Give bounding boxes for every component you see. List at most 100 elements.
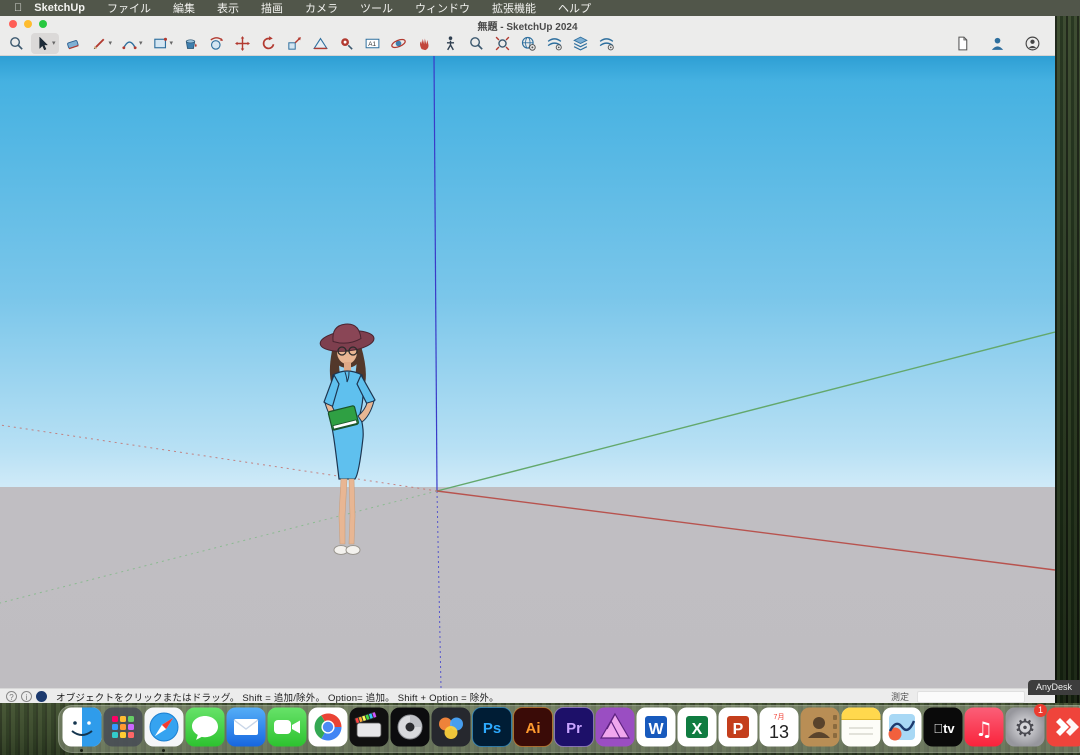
svg-text:Ps: Ps	[483, 720, 501, 737]
tool-sandbox-flip-b-button[interactable]	[595, 33, 618, 54]
chevron-down-icon[interactable]: ▾	[109, 39, 113, 47]
search-icon	[8, 35, 25, 52]
dock-freeform-icon[interactable]	[882, 707, 922, 747]
info-icon[interactable]: i	[21, 691, 32, 702]
chevron-down-icon[interactable]: ▾	[170, 39, 174, 47]
menu-bar:  SketchUp ファイル 編集 表示 描画 カメラ ツール ウィンドウ 拡…	[0, 0, 1080, 16]
dock-safari-icon[interactable]	[144, 707, 184, 747]
menu-tools[interactable]: ツール	[349, 0, 404, 16]
tool-extension-warehouse-button[interactable]	[517, 33, 540, 54]
dock-music-icon[interactable]: ♫	[964, 707, 1004, 747]
running-indicator	[80, 749, 83, 752]
tool-line-button[interactable]: ▾	[88, 33, 116, 54]
svg-text:13: 13	[769, 722, 789, 742]
tool-search-button[interactable]	[5, 33, 28, 54]
rotate-icon	[260, 35, 277, 52]
position-camera-icon	[338, 35, 355, 52]
dock-area: Ps AiPr WXP7月13 tv ♫⚙1	[0, 703, 1080, 755]
tool-orbit-button[interactable]	[387, 33, 410, 54]
account-icon	[1024, 35, 1041, 52]
tool-move-button[interactable]	[231, 33, 254, 54]
tool-eraser-button[interactable]	[62, 33, 85, 54]
model-viewport[interactable]	[0, 56, 1055, 688]
dock-compressor-icon[interactable]	[390, 707, 430, 747]
drawing-axes	[0, 56, 1055, 688]
dock-apple-tv-icon[interactable]: tv	[923, 707, 963, 747]
dock-affinity-photo-icon[interactable]	[595, 707, 635, 747]
tool-sandbox-flip-a-button[interactable]	[543, 33, 566, 54]
dock-system-settings-icon[interactable]: ⚙1	[1005, 707, 1045, 747]
credits-icon[interactable]	[36, 691, 47, 702]
tool-pan-button[interactable]	[413, 33, 436, 54]
menu-file[interactable]: ファイル	[96, 0, 162, 16]
tool-zoom-extents-button[interactable]	[491, 33, 514, 54]
dock-davinci-resolve-icon[interactable]	[431, 707, 471, 747]
desktop-wallpaper	[1055, 16, 1080, 755]
window-titlebar[interactable]: 無題 - SketchUp 2024	[0, 16, 1055, 31]
dock-mail-icon[interactable]	[226, 707, 266, 747]
tool-tape-measure-button[interactable]	[309, 33, 332, 54]
dock-messages-icon[interactable]	[185, 707, 225, 747]
tool-zoom-button[interactable]	[465, 33, 488, 54]
main-toolbar: ▾ ▾ ▾ ▾	[0, 31, 1055, 56]
dock-finder-icon[interactable]	[62, 707, 102, 747]
dock-word-icon[interactable]: W	[636, 707, 676, 747]
tool-arc-button[interactable]: ▾	[118, 33, 146, 54]
dock-calendar-icon[interactable]: 7月13	[759, 707, 799, 747]
dock-photoshop-icon[interactable]: Ps	[472, 707, 512, 747]
tool-account-button[interactable]	[1021, 33, 1044, 54]
menu-camera[interactable]: カメラ	[294, 0, 349, 16]
paint-bucket-icon	[182, 35, 199, 52]
menu-window[interactable]: ウィンドウ	[404, 0, 481, 16]
apple-menu-icon[interactable]: 	[14, 2, 22, 14]
dock-icons: Ps AiPr WXP7月13 tv ♫⚙1	[62, 707, 1080, 747]
svg-text:tv: tv	[933, 721, 955, 736]
person-figure[interactable]	[300, 316, 395, 564]
dock-contacts-icon[interactable]	[800, 707, 840, 747]
tool-shapes-button[interactable]: ▾	[149, 33, 177, 54]
tool-people-button[interactable]	[986, 33, 1009, 54]
tool-position-camera-button[interactable]	[335, 33, 358, 54]
menu-sketchup[interactable]: SketchUp	[22, 2, 96, 14]
shapes-icon	[152, 35, 169, 52]
menu-extensions[interactable]: 拡張機能	[481, 0, 547, 16]
menu-help[interactable]: ヘルプ	[547, 0, 602, 16]
tool-paint-bucket-button[interactable]	[179, 33, 202, 54]
dock-facetime-icon[interactable]	[267, 707, 307, 747]
anydesk-tooltip[interactable]: AnyDesk	[1028, 680, 1080, 695]
dock-launchpad-icon[interactable]	[103, 707, 143, 747]
geolocation-icon[interactable]: ?	[6, 691, 17, 702]
menu-draw[interactable]: 描画	[250, 0, 294, 16]
dock-powerpoint-icon[interactable]: P	[718, 707, 758, 747]
people-icon	[989, 35, 1006, 52]
move-icon	[234, 35, 251, 52]
sketchup-window: 無題 - SketchUp 2024 ▾ ▾ ▾ ▾	[0, 16, 1055, 703]
tool-rotate-button[interactable]	[257, 33, 280, 54]
menu-view[interactable]: 表示	[206, 0, 250, 16]
tool-sandbox-stack-button[interactable]	[569, 33, 592, 54]
chevron-down-icon[interactable]: ▾	[139, 39, 143, 47]
dock-notes-icon[interactable]	[841, 707, 881, 747]
svg-text:X: X	[692, 721, 703, 738]
chevron-down-icon[interactable]: ▾	[52, 39, 56, 47]
tool-select-button[interactable]: ▾	[31, 33, 59, 54]
measurements-input[interactable]	[917, 691, 1025, 703]
tool-model-info-button[interactable]	[951, 33, 974, 54]
dock-final-cut-pro-icon[interactable]	[349, 707, 389, 747]
desktop-screen:  SketchUp ファイル 編集 表示 描画 カメラ ツール ウィンドウ 拡…	[0, 0, 1080, 755]
dock-anydesk-icon[interactable]	[1046, 707, 1080, 747]
tool-walk-button[interactable]	[439, 33, 462, 54]
dock-premiere-pro-icon[interactable]: Pr	[554, 707, 594, 747]
dock-excel-icon[interactable]: X	[677, 707, 717, 747]
tool-follow-me-button[interactable]	[205, 33, 228, 54]
scale-icon	[286, 35, 303, 52]
tool-scale-button[interactable]	[283, 33, 306, 54]
dock-illustrator-icon[interactable]: Ai	[513, 707, 553, 747]
model-info-icon	[954, 35, 971, 52]
dock-chrome-icon[interactable]	[308, 707, 348, 747]
zoom-icon	[468, 35, 485, 52]
menu-edit[interactable]: 編集	[162, 0, 206, 16]
text-icon	[364, 35, 381, 52]
line-icon	[91, 35, 108, 52]
tool-text-button[interactable]	[361, 33, 384, 54]
